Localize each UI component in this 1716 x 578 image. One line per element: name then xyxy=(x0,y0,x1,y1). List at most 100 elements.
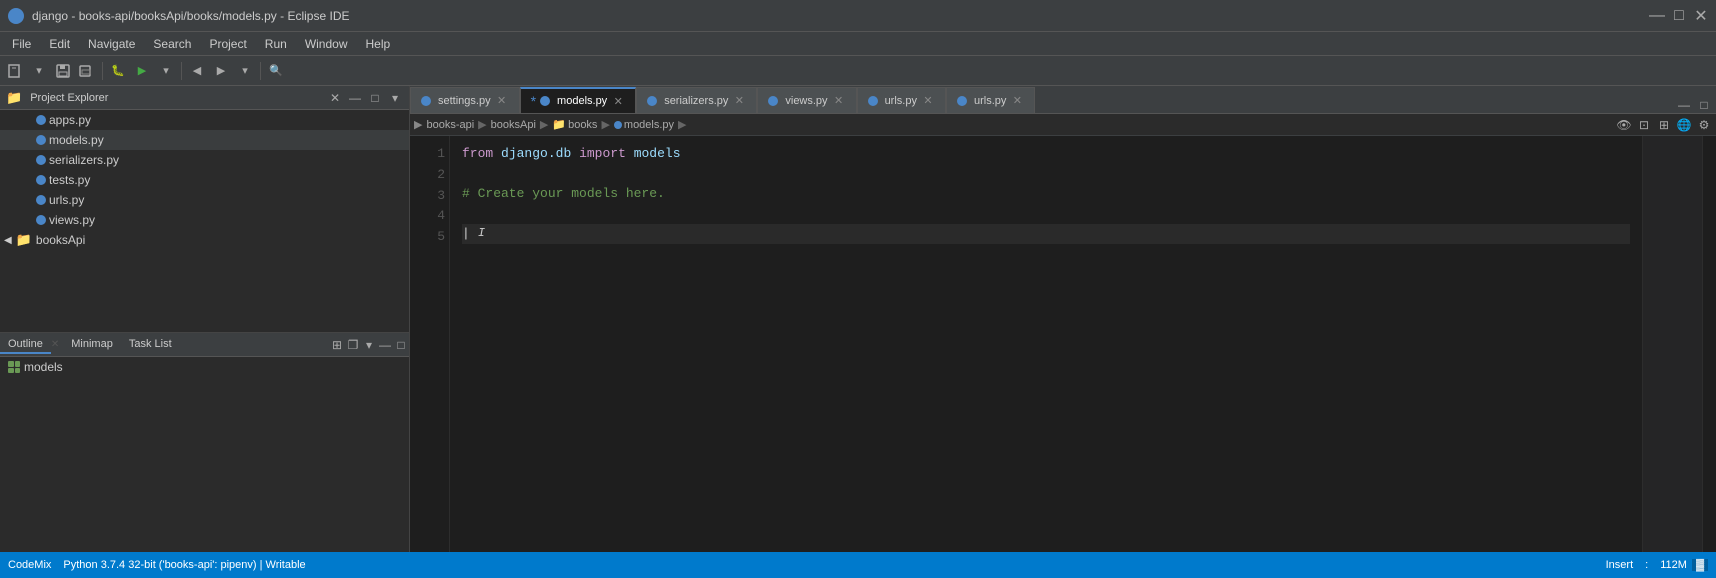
py-icon xyxy=(36,135,46,145)
view-menu-btn[interactable]: ▾ xyxy=(387,90,403,106)
more-btn1[interactable]: ⊞ xyxy=(1656,117,1672,133)
menu-help[interactable]: Help xyxy=(358,35,399,53)
editor-content: 1 2 3 4 5 from django.db import models #… xyxy=(410,136,1716,552)
minimize-button[interactable]: — xyxy=(1650,9,1664,23)
tab-close-btn[interactable]: ✕ xyxy=(832,94,846,108)
status-right: Insert : 112M ▓ xyxy=(1606,559,1708,571)
eye-icon[interactable]: 👁 xyxy=(1616,117,1632,133)
tab-close-btn[interactable]: ✕ xyxy=(732,94,746,108)
forward-button[interactable]: ▶ xyxy=(210,60,232,82)
outline-panel-btn-2[interactable]: ❐ xyxy=(345,337,361,353)
minimap-area xyxy=(1642,136,1702,552)
tab-urls1[interactable]: urls.py ✕ xyxy=(857,87,946,113)
tab-label: urls.py xyxy=(885,95,917,107)
breadcrumb-books[interactable]: 📁books xyxy=(552,118,597,131)
tree-item-tests[interactable]: tests.py xyxy=(0,170,409,190)
tab-views[interactable]: views.py ✕ xyxy=(757,87,856,113)
run-dropdown[interactable]: ▾ xyxy=(155,60,177,82)
tab-models[interactable]: * models.py ✕ xyxy=(520,87,637,113)
maximize-button[interactable]: □ xyxy=(1672,9,1686,23)
breadcrumb: ▶ books-api ▶ booksApi ▶ 📁books ▶ models… xyxy=(414,114,687,136)
scrollbar-area[interactable] xyxy=(1702,136,1716,552)
menu-run[interactable]: Run xyxy=(257,35,295,53)
forward-dropdown[interactable]: ▾ xyxy=(234,60,256,82)
editor-minimize-btn[interactable]: — xyxy=(1676,97,1692,113)
debug-button[interactable]: 🐛 xyxy=(107,60,129,82)
outline-panel-btn-1[interactable]: ⊞ xyxy=(329,337,345,353)
breadcrumb-models-py[interactable]: models.py xyxy=(614,119,674,131)
py-icon xyxy=(36,195,46,205)
tab-close-btn[interactable]: ✕ xyxy=(611,94,625,108)
browser-btn[interactable]: 🌐 xyxy=(1676,117,1692,133)
run-button[interactable]: ▶ xyxy=(131,60,153,82)
project-explorer-icon: 📁 xyxy=(6,90,22,106)
py-icon xyxy=(36,115,46,125)
file-label: tests.py xyxy=(49,173,90,187)
outline-panel-btn-3[interactable]: ▾ xyxy=(361,337,377,353)
close-button[interactable]: ✕ xyxy=(1694,9,1708,23)
menu-project[interactable]: Project xyxy=(201,35,254,53)
tree-item-booksapi[interactable]: ◀ 📁 booksApi xyxy=(0,230,409,250)
back-button[interactable]: ◀ xyxy=(186,60,208,82)
status-left: CodeMix Python 3.7.4 32-bit ('books-api'… xyxy=(8,559,1594,571)
py-file-icon xyxy=(868,96,878,106)
minimize-panel-btn[interactable]: — xyxy=(347,90,363,106)
separator: : xyxy=(1645,559,1648,571)
tab-label: models.py xyxy=(557,95,607,107)
line-num-4: 4 xyxy=(414,206,445,227)
toggle-btn[interactable]: ⊡ xyxy=(1636,117,1652,133)
close-panel-btn[interactable]: ✕ xyxy=(327,90,343,106)
editor-area: settings.py ✕ * models.py ✕ serializers.… xyxy=(410,86,1716,552)
tree-item-apps[interactable]: apps.py xyxy=(0,110,409,130)
file-label: apps.py xyxy=(49,113,91,127)
code-line-2 xyxy=(462,164,1630,184)
tab-bar: settings.py ✕ * models.py ✕ serializers.… xyxy=(410,86,1716,114)
menu-edit[interactable]: Edit xyxy=(41,35,78,53)
py-file-icon xyxy=(540,96,550,106)
tree-item-models[interactable]: models.py xyxy=(0,130,409,150)
code-line-3: # Create your models here. xyxy=(462,184,1630,204)
py-icon xyxy=(614,121,622,129)
tab-settings[interactable]: settings.py ✕ xyxy=(410,87,520,113)
outline-item-models[interactable]: models xyxy=(0,357,409,377)
breadcrumb-booksapi[interactable]: booksApi xyxy=(491,119,536,131)
memory-icon[interactable]: ▓ xyxy=(1692,559,1708,571)
outline-panel-btn-4[interactable]: — xyxy=(377,337,393,353)
toolbar: ▾ 🐛 ▶ ▾ ◀ ▶ ▾ 🔍 xyxy=(0,56,1716,86)
menu-navigate[interactable]: Navigate xyxy=(80,35,143,53)
code-line-4 xyxy=(462,204,1630,224)
breadcrumb-books-api[interactable]: books-api xyxy=(426,119,474,131)
tab-urls2[interactable]: urls.py ✕ xyxy=(946,87,1035,113)
insert-mode: Insert xyxy=(1606,559,1634,571)
file-label: serializers.py xyxy=(49,153,119,167)
tab-serializers[interactable]: serializers.py ✕ xyxy=(636,87,757,113)
outline-panel-btn-5[interactable]: □ xyxy=(393,337,409,353)
new-button[interactable] xyxy=(4,60,26,82)
tree-item-views[interactable]: views.py xyxy=(0,210,409,230)
tab-tasklist[interactable]: Task List xyxy=(121,336,180,354)
menu-window[interactable]: Window xyxy=(297,35,356,53)
folder-icon: 📁 xyxy=(16,232,32,248)
maximize-panel-btn[interactable]: □ xyxy=(367,90,383,106)
save-button[interactable] xyxy=(52,60,74,82)
search-toolbar-button[interactable]: 🔍 xyxy=(265,60,287,82)
tab-close-btn[interactable]: ✕ xyxy=(921,94,935,108)
tab-close-btn[interactable]: ✕ xyxy=(1010,94,1024,108)
editor-toolbar: ▶ books-api ▶ booksApi ▶ 📁books ▶ models… xyxy=(410,114,1716,136)
tree-item-serializers[interactable]: serializers.py xyxy=(0,150,409,170)
menu-file[interactable]: File xyxy=(4,35,39,53)
tab-outline[interactable]: Outline xyxy=(0,336,51,354)
save-all-button[interactable] xyxy=(76,60,98,82)
editor-maximize-btn[interactable]: □ xyxy=(1696,97,1712,113)
settings-btn[interactable]: ⚙ xyxy=(1696,117,1712,133)
tab-minimap[interactable]: Minimap xyxy=(63,336,121,354)
window-controls: — □ ✕ xyxy=(1650,9,1708,23)
new-dropdown[interactable]: ▾ xyxy=(28,60,50,82)
tree-item-urls[interactable]: urls.py xyxy=(0,190,409,210)
project-explorer-header: 📁 Project Explorer ✕ — □ ▾ xyxy=(0,86,409,110)
app-icon xyxy=(8,8,24,24)
menu-search[interactable]: Search xyxy=(145,35,199,53)
tab-close-btn[interactable]: ✕ xyxy=(495,94,509,108)
tab-label: settings.py xyxy=(438,95,491,107)
code-area[interactable]: from django.db import models # Create yo… xyxy=(450,136,1642,552)
